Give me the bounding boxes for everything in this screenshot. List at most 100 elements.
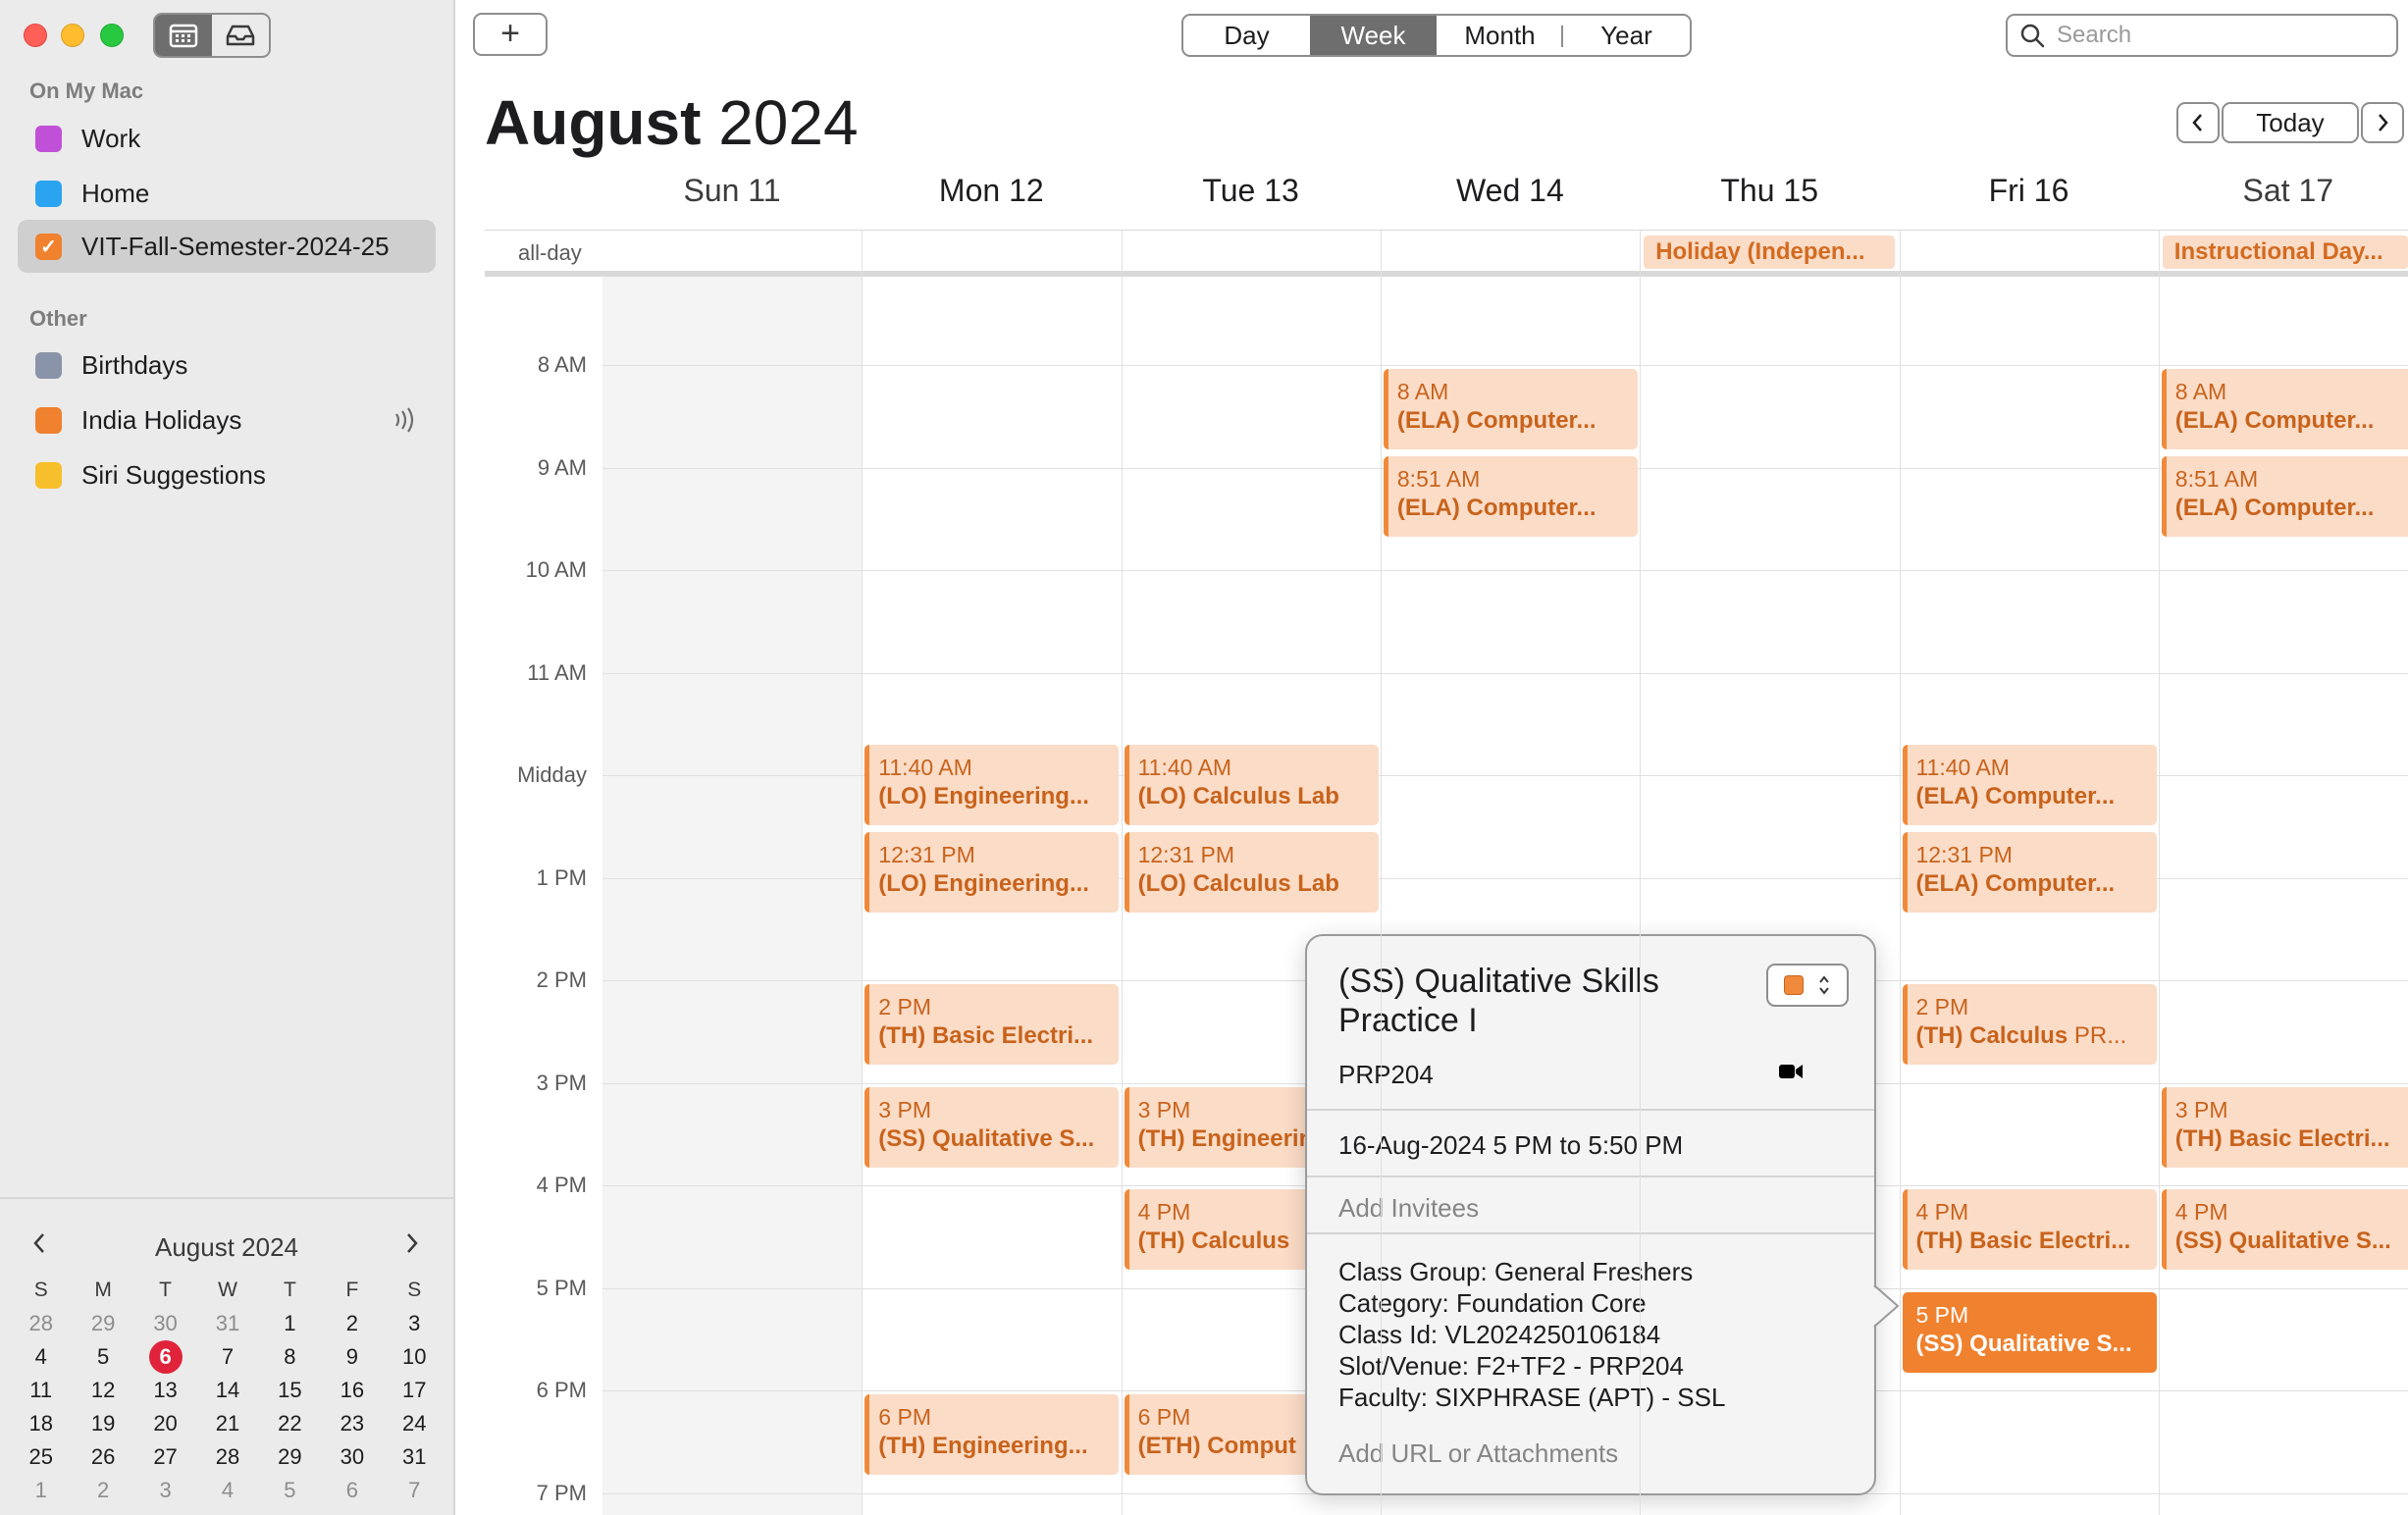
mini-day[interactable]: 4 — [10, 1340, 72, 1374]
mini-day[interactable]: 19 — [72, 1407, 133, 1440]
video-call-icon[interactable] — [1778, 1062, 1804, 1086]
next-week-button[interactable] — [2361, 102, 2404, 143]
mini-next-month-button[interactable] — [402, 1228, 422, 1266]
event-block[interactable]: 8 AM (ELA) Computer... — [2161, 369, 2408, 449]
mini-day[interactable]: 17 — [384, 1374, 445, 1407]
mini-day[interactable]: 18 — [10, 1407, 72, 1440]
mini-day[interactable]: 31 — [384, 1440, 445, 1474]
view-week-button[interactable]: Week — [1310, 16, 1437, 55]
event-block[interactable]: 11:40 AM (ELA) Computer... — [1902, 745, 2157, 826]
calendar-item-siri-suggestions[interactable]: Siri Suggestions — [18, 448, 436, 501]
mini-day[interactable]: 7 — [196, 1340, 258, 1374]
day-header[interactable]: Fri 16 — [1900, 173, 2159, 209]
event-block[interactable]: 4 PM (SS) Qualitative S... — [2161, 1189, 2408, 1270]
event-block[interactable]: 8:51 AM (ELA) Computer... — [1383, 455, 1638, 537]
mini-day[interactable]: 14 — [196, 1374, 258, 1407]
day-header[interactable]: Mon 12 — [862, 173, 1121, 209]
mini-day[interactable]: 8 — [259, 1340, 321, 1374]
mini-day[interactable]: 3 — [134, 1474, 196, 1507]
mini-day[interactable]: 5 — [259, 1474, 321, 1507]
day-header[interactable]: Sat 17 — [2159, 173, 2408, 209]
mini-day[interactable]: 11 — [10, 1374, 72, 1407]
event-notes[interactable]: Class Group: General Freshers Category: F… — [1338, 1256, 1725, 1413]
event-block[interactable]: 3 PM (TH) Basic Electri... — [2161, 1086, 2408, 1168]
calendar-color-swatch[interactable] — [35, 461, 62, 489]
mini-day[interactable]: 20 — [134, 1407, 196, 1440]
mini-day[interactable]: 1 — [10, 1474, 72, 1507]
event-location[interactable]: PRP204 — [1338, 1060, 1434, 1090]
mini-day[interactable]: 28 — [196, 1440, 258, 1474]
event-block[interactable]: 2 PM (TH) Basic Electri... — [864, 984, 1120, 1065]
calendar-item-birthdays[interactable]: Birthdays — [18, 339, 436, 392]
mini-day[interactable]: 1 — [259, 1307, 321, 1340]
calendar-color-swatch[interactable] — [35, 125, 62, 152]
calendar-color-swatch[interactable] — [35, 406, 62, 434]
event-title[interactable]: (SS) Qualitative Skills Practice I — [1338, 962, 1751, 1040]
mini-day[interactable]: 4 — [196, 1474, 258, 1507]
event-block[interactable]: 12:31 PM (ELA) Computer... — [1902, 832, 2157, 914]
event-block-selected[interactable]: 5 PM (SS) Qualitative S... — [1902, 1291, 2157, 1373]
zoom-window-button[interactable] — [100, 24, 124, 47]
mini-day[interactable]: 13 — [134, 1374, 196, 1407]
view-month-button[interactable]: Month — [1437, 16, 1563, 55]
mini-day[interactable]: 27 — [134, 1440, 196, 1474]
calendar-color-swatch[interactable] — [35, 180, 62, 207]
mini-day[interactable]: 30 — [321, 1440, 383, 1474]
event-block[interactable]: 11:40 AM (LO) Calculus Lab — [1124, 745, 1379, 826]
add-invitees-field[interactable]: Add Invitees — [1338, 1193, 1479, 1224]
event-block[interactable]: 3 PM (SS) Qualitative S... — [864, 1086, 1120, 1168]
calendar-item-work[interactable]: Work — [18, 112, 436, 165]
mini-day[interactable]: 3 — [384, 1307, 445, 1340]
event-block[interactable]: 12:31 PM (LO) Engineering... — [864, 832, 1120, 914]
mini-day[interactable]: 26 — [72, 1440, 133, 1474]
view-year-button[interactable]: Year — [1563, 16, 1690, 55]
mini-day[interactable]: 7 — [384, 1474, 445, 1507]
all-day-event[interactable]: Holiday (Indepen... — [1644, 235, 1896, 269]
previous-week-button[interactable] — [2176, 102, 2220, 143]
day-header[interactable]: Sun 11 — [602, 173, 862, 209]
mini-day[interactable]: 29 — [72, 1307, 133, 1340]
mini-day[interactable]: 28 — [10, 1307, 72, 1340]
mini-day[interactable]: 24 — [384, 1407, 445, 1440]
mini-day-today[interactable]: 6 — [134, 1340, 196, 1374]
event-block[interactable]: 8:51 AM (ELA) Computer... — [2161, 455, 2408, 537]
event-block[interactable]: 11:40 AM (LO) Engineering... — [864, 745, 1120, 826]
event-block[interactable]: 6 PM (TH) Engineering... — [864, 1394, 1120, 1475]
mini-day[interactable]: 2 — [321, 1307, 383, 1340]
mini-day[interactable]: 10 — [384, 1340, 445, 1374]
day-header[interactable]: Tue 13 — [1122, 173, 1381, 209]
event-date-time[interactable]: 16-Aug-2024 5 PM to 5:50 PM — [1338, 1130, 1683, 1161]
checkmark-icon[interactable]: ✓ — [35, 233, 62, 260]
event-block[interactable]: 2 PM (TH) Calculus PR... — [1902, 984, 2157, 1065]
mini-day[interactable]: 31 — [196, 1307, 258, 1340]
today-button[interactable]: Today — [2222, 102, 2359, 143]
mini-day[interactable]: 12 — [72, 1374, 133, 1407]
day-header[interactable]: Thu 15 — [1640, 173, 1899, 209]
calendar-item-vit-fall-semester[interactable]: ✓ VIT-Fall-Semester-2024-25 — [18, 220, 436, 273]
mini-day[interactable]: 6 — [321, 1474, 383, 1507]
mini-day[interactable]: 30 — [134, 1307, 196, 1340]
mini-day[interactable]: 5 — [72, 1340, 133, 1374]
all-day-event[interactable]: Instructional Day... — [2162, 235, 2408, 269]
mini-day[interactable]: 15 — [259, 1374, 321, 1407]
view-day-button[interactable]: Day — [1183, 16, 1310, 55]
mini-day[interactable]: 9 — [321, 1340, 383, 1374]
add-event-button[interactable]: + — [473, 13, 548, 56]
calendar-item-home[interactable]: Home — [18, 167, 436, 220]
calendar-color-swatch[interactable] — [35, 351, 62, 379]
mini-day[interactable]: 25 — [10, 1440, 72, 1474]
event-block[interactable]: 12:31 PM (LO) Calculus Lab — [1124, 832, 1379, 914]
mini-day[interactable]: 16 — [321, 1374, 383, 1407]
minimize-window-button[interactable] — [61, 24, 84, 47]
event-block[interactable]: 8 AM (ELA) Computer... — [1383, 369, 1638, 449]
day-header[interactable]: Wed 14 — [1381, 173, 1640, 209]
inbox-icon[interactable] — [212, 15, 269, 56]
search-field[interactable]: Search — [2006, 14, 2398, 57]
calendar-color-select[interactable] — [1766, 964, 1849, 1007]
mini-day[interactable]: 22 — [259, 1407, 321, 1440]
calendar-list-icon[interactable] — [155, 15, 212, 56]
calendar-item-india-holidays[interactable]: India Holidays — [18, 393, 436, 446]
close-window-button[interactable] — [24, 24, 47, 47]
mini-day[interactable]: 23 — [321, 1407, 383, 1440]
mini-day[interactable]: 21 — [196, 1407, 258, 1440]
